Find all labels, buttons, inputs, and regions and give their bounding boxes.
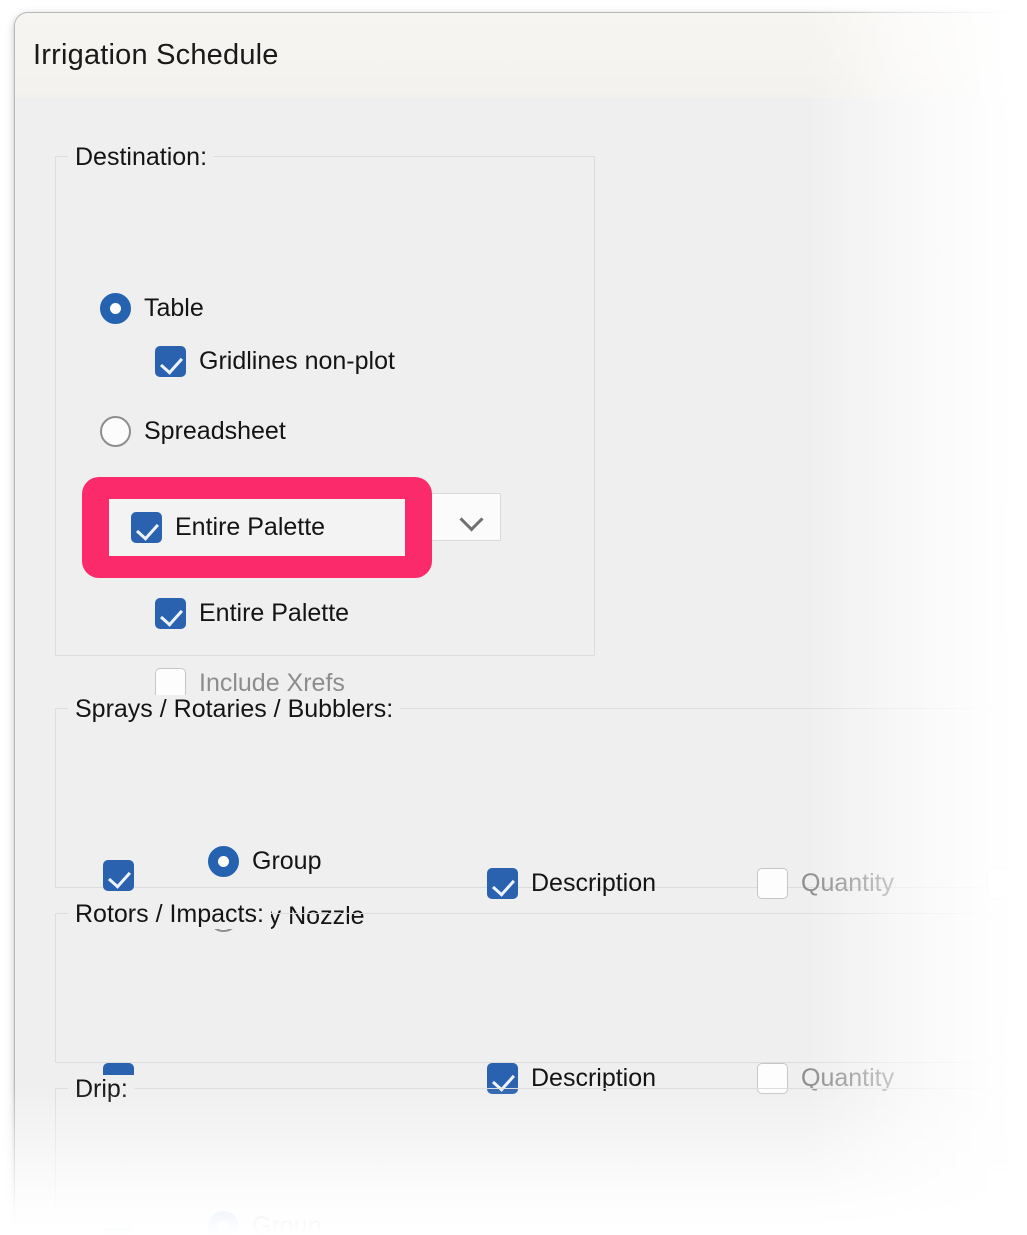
sprays-extra-checkbox-row[interactable] [987,868,1018,899]
destination-group: Destination: [55,143,595,656]
destination-group-legend: Destination: [68,143,215,172]
sprays-description-label: Description [531,869,657,897]
include-xrefs-label: Include Xrefs [199,669,345,697]
highlighted-entire-palette-checkbox-icon[interactable] [131,512,162,543]
drip-group-radio-row[interactable]: Group [208,1211,321,1235]
rotors-group-legend: Rotors / Impacts: [68,900,271,929]
drip-group-radio-icon[interactable] [208,1211,239,1235]
drip-group-legend: Drip: [68,1075,135,1104]
sprays-extra-checkbox-icon[interactable] [987,868,1018,899]
drip-extra-checkbox-icon[interactable] [945,1231,982,1235]
annotation-highlight: Entire Palette [82,477,432,578]
sprays-quantity-label: Quantity [801,869,895,897]
table-radio-icon[interactable] [100,293,131,324]
sprays-description-checkbox-icon[interactable] [487,868,518,899]
drip-enable-checkbox-row[interactable] [103,1228,134,1235]
entire-palette-checkbox-icon[interactable] [155,598,186,629]
sprays-group-radio-label: Group [252,847,322,875]
sprays-quantity-checkbox-row[interactable]: Quantity [757,868,894,899]
dialog-title: Irrigation Schedule [33,39,279,71]
chevron-down-icon[interactable] [463,511,480,528]
rotors-group: Rotors / Impacts: [55,900,1027,1063]
sprays-group-radio-icon[interactable] [208,846,239,877]
spreadsheet-radio-label: Spreadsheet [144,417,286,445]
sprays-enable-checkbox-row[interactable] [103,860,134,891]
gridlines-non-plot-label: Gridlines non-plot [199,347,395,375]
dialog-body: Destination: Table Gridlines non-plot Sp… [15,98,1027,1235]
screenshot-canvas: Irrigation Schedule Destination: Table G… [0,0,1027,1235]
drip-extra-checkbox-row[interactable] [945,1231,982,1235]
sprays-enable-checkbox-icon[interactable] [103,860,134,891]
spreadsheet-radio-icon[interactable] [100,416,131,447]
gridlines-non-plot-checkbox-row[interactable]: Gridlines non-plot [155,346,395,377]
sprays-description-checkbox-row[interactable]: Description [487,868,656,899]
sprays-quantity-checkbox-icon[interactable] [757,868,788,899]
sprays-group: Sprays / Rotaries / Bubblers: [55,695,1027,888]
dialog-titlebar: Irrigation Schedule [15,13,1027,98]
destination-table-radio-row[interactable]: Table [100,293,204,324]
drip-enable-checkbox-icon[interactable] [103,1228,134,1235]
destination-spreadsheet-radio-row[interactable]: Spreadsheet [100,416,286,447]
drip-group-radio-label: Group [252,1212,322,1235]
entire-palette-label: Entire Palette [199,599,350,627]
table-radio-label: Table [144,294,204,322]
entire-palette-checkbox-row[interactable]: Entire Palette [155,598,349,629]
highlighted-entire-palette-label: Entire Palette [175,513,326,541]
irrigation-schedule-dialog: Irrigation Schedule Destination: Table G… [14,12,1027,1235]
drip-group: Drip: [55,1075,1027,1235]
gridlines-non-plot-checkbox-icon[interactable] [155,346,186,377]
sprays-group-radio-row[interactable]: Group [208,846,321,877]
sprays-group-legend: Sprays / Rotaries / Bubblers: [68,695,401,724]
annotation-highlight-inner: Entire Palette [109,499,405,556]
